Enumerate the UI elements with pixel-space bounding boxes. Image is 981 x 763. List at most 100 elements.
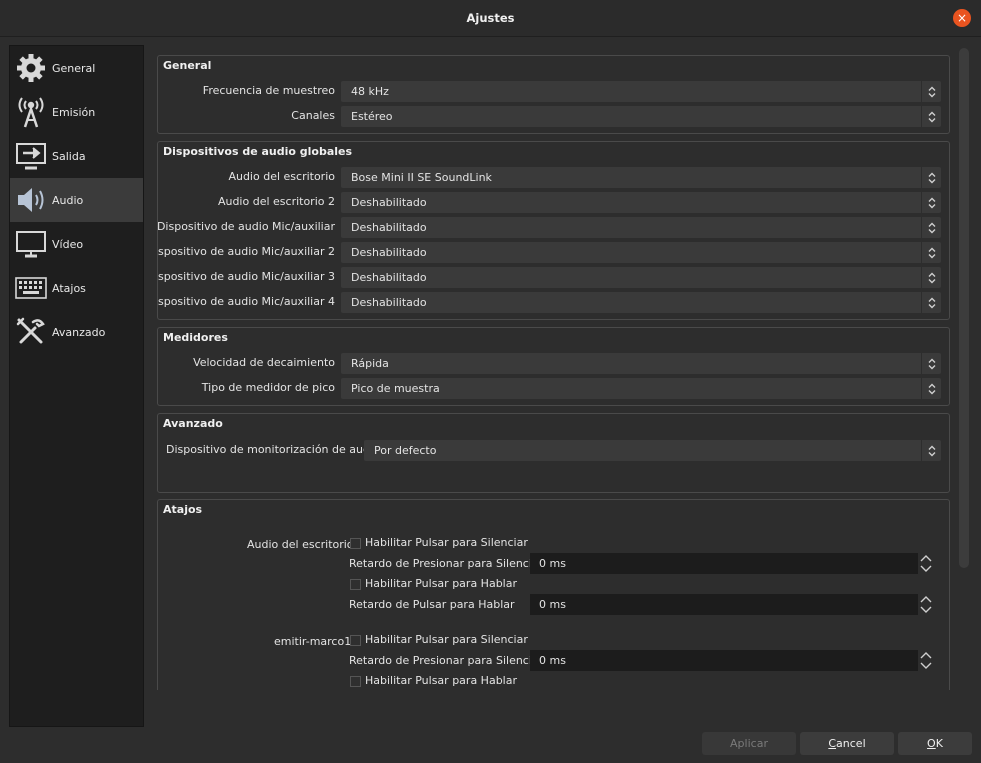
device-select[interactable]: Deshabilitado bbox=[341, 267, 941, 288]
channels-select[interactable]: Estéreo bbox=[341, 106, 941, 127]
sidebar-item-label: Atajos bbox=[52, 281, 86, 295]
select-value: Por defecto bbox=[374, 444, 437, 457]
peak-meter-label: Tipo de medidor de pico bbox=[201, 381, 335, 394]
push-to-mute-label: Habilitar Pulsar para Silenciar bbox=[365, 633, 528, 646]
settings-sidebar: General Emisión Salida Audio Vídeo Atajo… bbox=[9, 45, 144, 727]
output-monitor-icon bbox=[14, 139, 48, 173]
input-value: 0 ms bbox=[539, 654, 566, 667]
peak-meter-row: Tipo de medidor de pico Pico de muestra bbox=[158, 378, 949, 399]
push-to-talk-checkbox[interactable] bbox=[350, 579, 361, 590]
push-to-mute-delay-input[interactable]: 0 ms bbox=[530, 553, 918, 574]
device-row: Audio del escritorio Bose Mini II SE Sou… bbox=[158, 167, 949, 188]
select-value: Estéreo bbox=[351, 110, 393, 123]
device-label: Audio del escritorio 2 bbox=[217, 195, 335, 208]
push-to-talk-checkbox[interactable] bbox=[350, 676, 361, 687]
sidebar-item-avanzado[interactable]: Avanzado bbox=[10, 310, 143, 354]
device-row: Audio del escritorio 2 Deshabilitado bbox=[158, 192, 949, 213]
updown-chevron-icon bbox=[921, 267, 941, 288]
sidebar-item-video[interactable]: Vídeo bbox=[10, 222, 143, 266]
select-value: Pico de muestra bbox=[351, 382, 440, 395]
updown-chevron-icon bbox=[921, 81, 941, 102]
sidebar-item-label: Salida bbox=[52, 149, 86, 163]
hotkeys-group: Atajos Audio del escritorio Habilitar Pu… bbox=[157, 499, 950, 690]
hotkey-source-label: emitir-marco1 bbox=[274, 635, 352, 648]
group-title: Dispositivos de audio globales bbox=[163, 145, 353, 158]
vertical-scrollbar[interactable] bbox=[959, 48, 969, 568]
broadcast-antenna-icon bbox=[14, 95, 48, 129]
title-bar: Ajustes × bbox=[0, 0, 981, 37]
updown-chevron-icon[interactable] bbox=[918, 594, 934, 615]
sidebar-item-general[interactable]: General bbox=[10, 46, 143, 90]
updown-chevron-icon[interactable] bbox=[918, 650, 934, 671]
device-select[interactable]: Deshabilitado bbox=[341, 217, 941, 238]
monitor-icon bbox=[14, 227, 48, 261]
push-to-mute-delay-input[interactable]: 0 ms bbox=[530, 650, 918, 671]
push-to-talk-label: Habilitar Pulsar para Hablar bbox=[365, 674, 517, 687]
device-select[interactable]: Deshabilitado bbox=[341, 192, 941, 213]
monitoring-device-label: Dispositivo de monitorización de audio bbox=[166, 443, 380, 456]
window-title: Ajustes bbox=[466, 11, 515, 25]
tools-icon bbox=[14, 315, 48, 349]
sidebar-item-label: Avanzado bbox=[52, 325, 106, 339]
device-label: Audio del escritorio bbox=[228, 170, 335, 183]
push-to-mute-checkbox[interactable] bbox=[350, 635, 361, 646]
peak-meter-select[interactable]: Pico de muestra bbox=[341, 378, 941, 399]
sidebar-item-atajos[interactable]: Atajos bbox=[10, 266, 143, 310]
device-select[interactable]: Deshabilitado bbox=[341, 242, 941, 263]
select-value: 48 kHz bbox=[351, 85, 389, 98]
audio-settings-panel: General Frecuencia de muestreo 48 kHz Ca… bbox=[157, 55, 950, 690]
sample-rate-label: Frecuencia de muestreo bbox=[202, 84, 335, 97]
device-label: Dispositivo de audio Mic/auxiliar 4 bbox=[157, 295, 335, 308]
advanced-group: Avanzado Dispositivo de monitorización d… bbox=[157, 413, 950, 493]
sidebar-item-label: Emisión bbox=[52, 105, 96, 119]
keyboard-icon bbox=[14, 271, 48, 305]
monitoring-device-row: Dispositivo de monitorización de audio P… bbox=[158, 440, 949, 461]
group-title: Avanzado bbox=[163, 417, 223, 430]
sidebar-item-emision[interactable]: Emisión bbox=[10, 90, 143, 134]
device-select[interactable]: Bose Mini II SE SoundLink bbox=[341, 167, 941, 188]
device-select[interactable]: Deshabilitado bbox=[341, 292, 941, 313]
push-to-talk-label: Habilitar Pulsar para Hablar bbox=[365, 577, 517, 590]
hotkey-source-label: Audio del escritorio bbox=[247, 538, 354, 551]
decay-rate-row: Velocidad de decaimiento Rápida bbox=[158, 353, 949, 374]
push-to-mute-delay-label: Retardo de Presionar para Silenciar bbox=[349, 557, 544, 570]
updown-chevron-icon bbox=[921, 217, 941, 238]
device-label: Dispositivo de audio Mic/auxiliar bbox=[157, 220, 335, 233]
select-value: Deshabilitado bbox=[351, 246, 427, 259]
select-value: Deshabilitado bbox=[351, 221, 427, 234]
cancel-button[interactable]: Cancel bbox=[800, 732, 894, 755]
apply-label: Aplicar bbox=[730, 737, 768, 750]
apply-button[interactable]: Aplicar bbox=[702, 732, 796, 755]
push-to-talk-delay-label: Retardo de Pulsar para Hablar bbox=[349, 598, 515, 611]
updown-chevron-icon bbox=[921, 440, 941, 461]
channels-label: Canales bbox=[291, 109, 335, 122]
sidebar-item-audio[interactable]: Audio bbox=[10, 178, 143, 222]
monitoring-device-select[interactable]: Por defecto bbox=[364, 440, 941, 461]
close-button[interactable]: × bbox=[953, 9, 971, 27]
input-value: 0 ms bbox=[539, 598, 566, 611]
push-to-mute-checkbox[interactable] bbox=[350, 538, 361, 549]
group-title: Atajos bbox=[163, 503, 203, 516]
device-label: Dispositivo de audio Mic/auxiliar 3 bbox=[157, 270, 335, 283]
updown-chevron-icon bbox=[921, 106, 941, 127]
updown-chevron-icon bbox=[921, 242, 941, 263]
meters-group: Medidores Velocidad de decaimiento Rápid… bbox=[157, 327, 950, 406]
device-row: Dispositivo de audio Mic/auxiliar Deshab… bbox=[157, 217, 949, 238]
sidebar-item-salida[interactable]: Salida bbox=[10, 134, 143, 178]
updown-chevron-icon bbox=[921, 167, 941, 188]
decay-rate-select[interactable]: Rápida bbox=[341, 353, 941, 374]
mnemonic-letter: C bbox=[828, 737, 837, 750]
cancel-label-rest: ancel bbox=[836, 737, 866, 750]
general-group: General Frecuencia de muestreo 48 kHz Ca… bbox=[157, 55, 950, 134]
updown-chevron-icon[interactable] bbox=[918, 553, 934, 574]
sample-rate-select[interactable]: 48 kHz bbox=[341, 81, 941, 102]
ok-button[interactable]: OK bbox=[898, 732, 972, 755]
device-label: Dispositivo de audio Mic/auxiliar 2 bbox=[157, 245, 335, 258]
push-to-mute-delay-label: Retardo de Presionar para Silenciar bbox=[349, 654, 544, 667]
speaker-icon bbox=[14, 183, 48, 217]
push-to-talk-delay-input[interactable]: 0 ms bbox=[530, 594, 918, 615]
select-value: Bose Mini II SE SoundLink bbox=[351, 171, 492, 184]
ok-label-rest: K bbox=[935, 737, 943, 750]
sidebar-item-label: Audio bbox=[52, 193, 84, 207]
ok-label: OK bbox=[927, 737, 943, 750]
